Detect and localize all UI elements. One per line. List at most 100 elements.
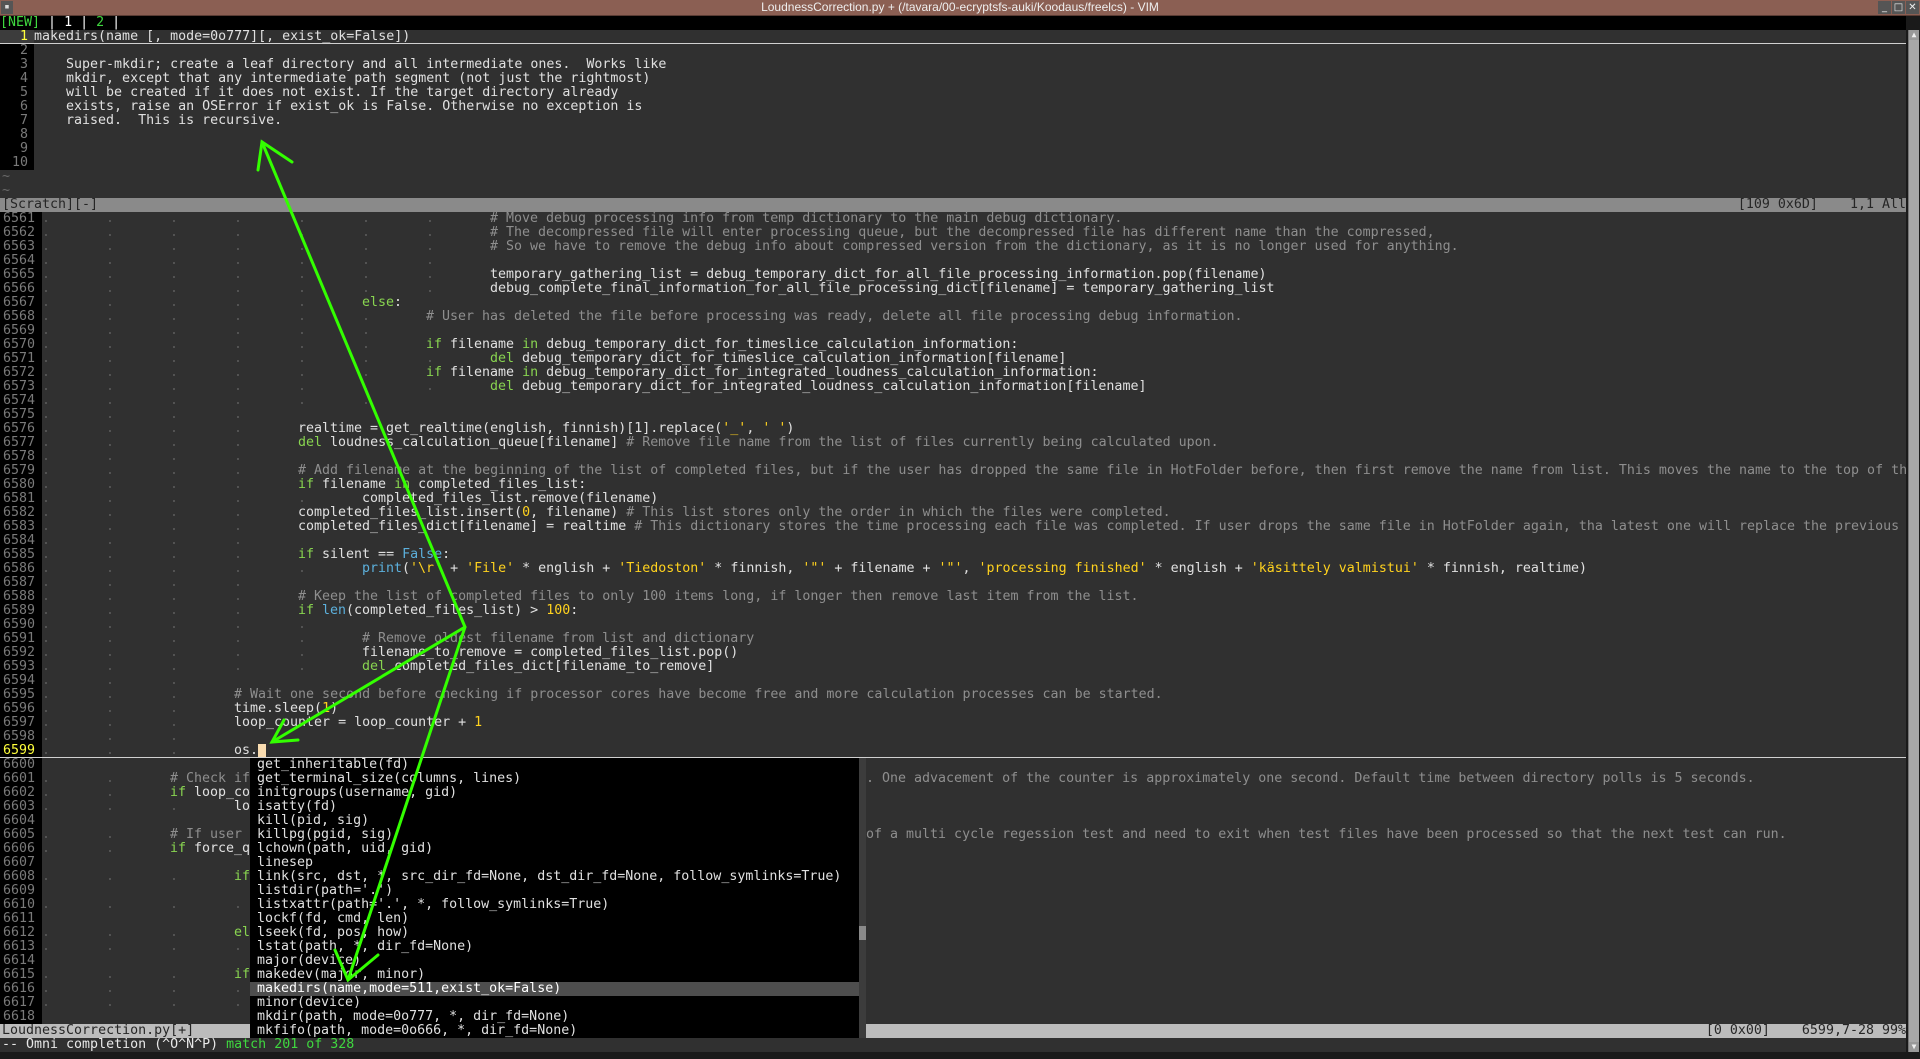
completion-item[interactable]: mkfifo(path, mode=0o666, *, dir_fd=None)	[250, 1024, 859, 1038]
completion-item[interactable]: get_inheritable(fd)	[250, 758, 859, 772]
completion-popup[interactable]: get_inheritable(fd) get_terminal_size(col…	[250, 758, 866, 1038]
code-line[interactable]: 6596... time.sleep(1)	[0, 702, 1906, 716]
close-button[interactable]: ✕	[1906, 1, 1919, 14]
code-line[interactable]: 6575....	[0, 408, 1906, 422]
code-line[interactable]: 6572...... if filename in debug_temporary…	[0, 366, 1906, 380]
code-line[interactable]: 6574......	[0, 394, 1906, 408]
code-line[interactable]: 6561....... # Move debug processing info …	[0, 212, 1906, 226]
code-line[interactable]: 6583.... completed_files_dict[filename] =…	[0, 520, 1906, 534]
maximize-button[interactable]: □	[1892, 1, 1905, 14]
code-line[interactable]: 6597... loop_counter = loop_counter + 1	[0, 716, 1906, 730]
preview-line[interactable]: 3 Super-mkdir; create a leaf directory a…	[0, 58, 1906, 72]
code-line[interactable]: 6569......	[0, 324, 1906, 338]
code-line[interactable]: 6591..... # Remove oldest filename from l…	[0, 632, 1906, 646]
completion-item[interactable]: kill(pid, sig)	[250, 814, 859, 828]
tab-marker: .	[42, 926, 51, 940]
completion-item[interactable]: link(src, dst, *, src_dir_fd=None, dst_d…	[250, 870, 859, 884]
code-line[interactable]: 6576.... realtime = get_realtime(english,…	[0, 422, 1906, 436]
preview-line[interactable]: 5 will be created if it does not exist. …	[0, 86, 1906, 100]
vertical-scrollbar[interactable]: ▲ ▼	[1908, 30, 1919, 1052]
completion-item[interactable]: lockf(fd, cmd, len)	[250, 912, 859, 926]
code-line[interactable]: 6594...	[0, 674, 1906, 688]
completion-item[interactable]: listdir(path='.')	[250, 884, 859, 898]
completion-item[interactable]: lstat(path, *, dir_fd=None)	[250, 940, 859, 954]
popup-scrollbar[interactable]	[859, 758, 866, 1038]
completion-item[interactable]: minor(device)	[250, 996, 859, 1010]
code-line[interactable]: 6577.... del loudness_calculation_queue[f…	[0, 436, 1906, 450]
code-line[interactable]: 6562....... # The decompressed file will …	[0, 226, 1906, 240]
code-line[interactable]: 6582.... completed_files_list.insert(0, f…	[0, 506, 1906, 520]
completion-item[interactable]: initgroups(username, gid)	[250, 786, 859, 800]
tab-marker: .	[106, 562, 115, 576]
scroll-down-arrow-icon[interactable]: ▼	[1909, 1042, 1919, 1052]
code-token: * english +	[1146, 562, 1251, 576]
preview-line[interactable]: 10	[0, 156, 1906, 170]
code-line[interactable]: 6595... # Wait one second before checking…	[0, 688, 1906, 702]
preview-line[interactable]: 8	[0, 128, 1906, 142]
tab-marker: .	[42, 982, 51, 996]
tab-marker: .	[170, 800, 179, 814]
code-line[interactable]: 6599... os.	[0, 744, 1906, 758]
preview-line[interactable]: 9	[0, 142, 1906, 156]
code-line[interactable]: 6592..... filename_to_remove = completed_…	[0, 646, 1906, 660]
code-line[interactable]: 6579.... # Add filename at the beginning …	[0, 464, 1906, 478]
code-token: of a multi cycle regession test and need…	[866, 828, 1787, 842]
popup-scrollbar-thumb[interactable]	[859, 926, 866, 940]
preview-line[interactable]: 7 raised. This is recursive.	[0, 114, 1906, 128]
tab-marker: .	[42, 394, 51, 408]
tab-1[interactable]: 1	[64, 16, 72, 30]
preview-line[interactable]: 1 makedirs(name [, mode=0o777][, exist_ok…	[0, 30, 1906, 44]
completion-item[interactable]: major(device)	[250, 954, 859, 968]
preview-status-line[interactable]: [Scratch][-] [109 0x6D] 1,1 All	[0, 198, 1906, 212]
code-line[interactable]: 6598...	[0, 730, 1906, 744]
code-line[interactable]: 6571....... del debug_temporary_dict_for_…	[0, 352, 1906, 366]
preview-line[interactable]: 4 mkdir, except that any intermediate pa…	[0, 72, 1906, 86]
code-line[interactable]: 6563....... # So we have to remove the de…	[0, 240, 1906, 254]
code-line[interactable]: 6588.... # Keep the list of completed fil…	[0, 590, 1906, 604]
code-line[interactable]: 6584....	[0, 534, 1906, 548]
code-line[interactable]: 6581..... completed_files_list.remove(fil…	[0, 492, 1906, 506]
code-line[interactable]: 6564.......	[0, 254, 1906, 268]
code-line[interactable]: 6570...... if filename in debug_temporary…	[0, 338, 1906, 352]
completion-item[interactable]: linesep	[250, 856, 859, 870]
completion-item[interactable]: get_terminal_size(columns, lines)	[250, 772, 859, 786]
line-number: 6566	[0, 282, 42, 296]
completion-item[interactable]: lchown(path, uid, gid)	[250, 842, 859, 856]
completion-item[interactable]: mkdir(path, mode=0o777, *, dir_fd=None)	[250, 1010, 859, 1024]
line-number: 6563	[0, 240, 42, 254]
code-token: in	[394, 478, 411, 492]
line-number: 6564	[0, 254, 42, 268]
tab-marker: .	[170, 212, 179, 226]
code-line[interactable]: 6578....	[0, 450, 1906, 464]
code-line[interactable]: 6580.... if filename in completed_files_l…	[0, 478, 1906, 492]
code-line[interactable]: 6590.....	[0, 618, 1906, 632]
completion-item[interactable]: listxattr(path='.', *, follow_symlinks=T…	[250, 898, 859, 912]
code-line[interactable]: 6593..... del completed_files_dict[filena…	[0, 660, 1906, 674]
code-token: '"'	[802, 562, 827, 576]
preview-line[interactable]: 6 exists, raise an OSError if exist_ok i…	[0, 100, 1906, 114]
completion-item[interactable]: makedev(major, minor)	[250, 968, 859, 982]
tab-new[interactable]: [NEW]	[0, 16, 40, 30]
code-line[interactable]: 6585.... if silent == False:	[0, 548, 1906, 562]
completion-item[interactable]: lseek(fd, pos, how)	[250, 926, 859, 940]
completion-item[interactable]: isatty(fd)	[250, 800, 859, 814]
tab-2[interactable]: 2	[96, 16, 104, 30]
code-line[interactable]: 6586..... print('\r' + 'File' * english +…	[0, 562, 1906, 576]
code-line[interactable]: 6589.... if len(completed_files_list) > 1…	[0, 604, 1906, 618]
tab-marker: .	[106, 940, 115, 954]
code-line[interactable]: 6566....... debug_complete_final_informat…	[0, 282, 1906, 296]
code-line[interactable]: 6568...... # User has deleted the file be…	[0, 310, 1906, 324]
tab-marker: .	[426, 212, 435, 226]
completion-item-selected[interactable]: makedirs(name,mode=511,exist_ok=False)	[250, 982, 859, 996]
preview-line[interactable]: 2	[0, 44, 1906, 58]
code-line[interactable]: 6565....... temporary_gathering_list = de…	[0, 268, 1906, 282]
code-line[interactable]: 6587....	[0, 576, 1906, 590]
minimize-button[interactable]: _	[1878, 1, 1891, 14]
scroll-up-arrow-icon[interactable]: ▲	[1909, 30, 1919, 40]
preview-char-info: [109 0x6D]	[1737, 198, 1818, 212]
tab-marker: .	[42, 898, 51, 912]
code-line[interactable]: 6567..... else:	[0, 296, 1906, 310]
completion-item[interactable]: killpg(pgid, sig)	[250, 828, 859, 842]
tab-marker: .	[170, 352, 179, 366]
code-line[interactable]: 6573....... del debug_temporary_dict_for_…	[0, 380, 1906, 394]
